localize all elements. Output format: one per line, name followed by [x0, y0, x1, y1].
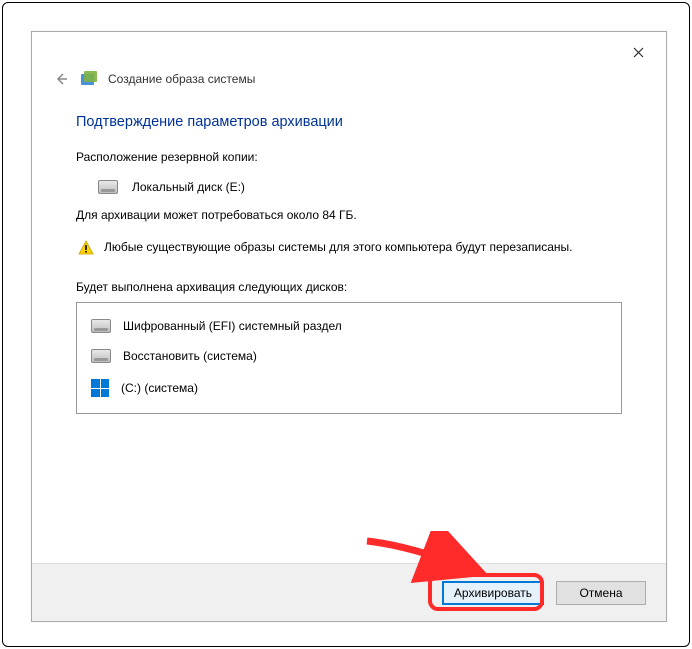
warning-text: Любые существующие образы системы для эт…	[104, 240, 572, 256]
location-label: Расположение резервной копии:	[76, 150, 622, 164]
warning-row: Любые существующие образы системы для эт…	[76, 240, 622, 256]
drive-name: (C:) (система)	[121, 381, 198, 395]
header-row: Создание образа системы	[32, 70, 666, 102]
drive-row: Шифрованный (EFI) системный раздел	[87, 311, 611, 341]
page-heading: Подтверждение параметров архивации	[76, 114, 622, 130]
content-area: Подтверждение параметров архивации Распо…	[32, 102, 666, 414]
screenshot-frame: Создание образа системы Подтверждение па…	[2, 2, 690, 647]
close-icon	[633, 47, 644, 58]
dialog-window: Создание образа системы Подтверждение па…	[31, 31, 667, 622]
drive-row: Восстановить (система)	[87, 341, 611, 371]
close-button[interactable]	[618, 38, 658, 66]
disk-icon	[91, 319, 111, 333]
dialog-footer: Архивировать Отмена	[32, 563, 666, 621]
archive-button[interactable]: Архивировать	[442, 581, 544, 605]
window-title: Создание образа системы	[108, 72, 255, 86]
cancel-button[interactable]: Отмена	[556, 581, 646, 605]
backup-location-value: Локальный диск (E:)	[132, 180, 245, 194]
warning-icon	[78, 240, 94, 256]
drive-name: Восстановить (система)	[123, 349, 257, 363]
titlebar	[32, 32, 666, 70]
back-arrow-icon	[53, 71, 69, 87]
windows-logo-icon	[91, 379, 109, 397]
drives-label: Будет выполнена архивация следующих диск…	[76, 280, 622, 294]
app-icon	[80, 70, 98, 88]
back-button[interactable]	[52, 70, 70, 88]
drives-listbox: Шифрованный (EFI) системный раздел Восст…	[76, 302, 622, 414]
backup-location-row: Локальный диск (E:)	[76, 178, 622, 196]
disk-icon	[91, 349, 111, 363]
drive-name: Шифрованный (EFI) системный раздел	[123, 319, 342, 333]
drive-row: (C:) (система)	[87, 371, 611, 405]
size-info: Для архивации может потребоваться около …	[76, 208, 622, 222]
disk-icon	[98, 180, 118, 194]
